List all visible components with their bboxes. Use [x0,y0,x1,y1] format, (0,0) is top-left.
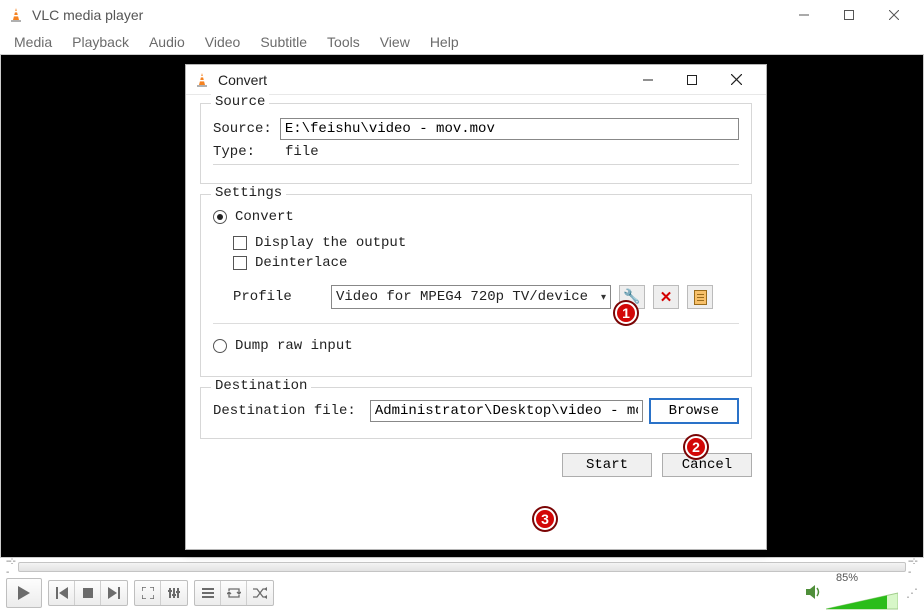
time-left: --:-- [4,556,18,578]
shuffle-button[interactable] [247,581,273,605]
display-output-label: Display the output [255,235,406,251]
display-output-checkbox[interactable] [233,236,247,250]
playlist-button[interactable] [195,581,221,605]
volume-slider[interactable] [826,591,898,611]
type-label: Type: [213,144,277,160]
resize-grip-icon[interactable]: ⋰ [902,586,918,600]
menu-audio[interactable]: Audio [141,32,193,52]
dialog-title: Convert [218,72,267,88]
dest-file-input[interactable] [370,400,643,422]
menu-video[interactable]: Video [197,32,249,52]
dialog-maximize-button[interactable] [670,66,714,94]
menu-media[interactable]: Media [6,32,60,52]
seek-area: --:-- --:-- [0,558,924,576]
playlist-group [194,580,274,606]
seek-bar[interactable] [18,562,906,572]
x-red-icon: ✕ [660,288,673,306]
start-button[interactable]: Start [562,453,652,477]
dest-file-label: Destination file: [213,403,356,419]
dump-raw-label: Dump raw input [235,338,353,354]
menu-help[interactable]: Help [422,32,467,52]
playback-group [48,580,128,606]
view-group [134,580,188,606]
main-close-button[interactable] [871,1,916,29]
annotation-3: 3 [534,508,556,530]
annotation-2: 2 [685,436,707,458]
menu-tools[interactable]: Tools [319,32,368,52]
source-input[interactable] [280,118,739,140]
play-button[interactable] [6,578,42,608]
deinterlace-checkbox[interactable] [233,256,247,270]
loop-button[interactable] [221,581,247,605]
profile-combo[interactable]: Video for MPEG4 720p TV/device [331,285,611,309]
fullscreen-button[interactable] [135,581,161,605]
prev-button[interactable] [49,581,75,605]
vlc-cone-icon [8,7,24,23]
dialog-titlebar: Convert [186,65,766,95]
volume-text: 85% [836,572,858,584]
new-profile-icon [694,290,707,305]
stop-button[interactable] [75,581,101,605]
next-button[interactable] [101,581,127,605]
dialog-cone-icon [194,72,210,88]
profile-label: Profile [233,289,323,305]
cancel-button[interactable]: Cancel [662,453,752,477]
destination-group: Destination Destination file: Browse [200,387,752,439]
menubar: Media Playback Audio Video Subtitle Tool… [0,30,924,54]
source-group: Source Source: Type: file [200,103,752,184]
type-value: file [285,144,319,160]
new-profile-button[interactable] [687,285,713,309]
menu-view[interactable]: View [372,32,418,52]
play-icon [18,586,30,600]
profile-value: Video for MPEG4 720p TV/device [336,289,588,305]
convert-radio[interactable] [213,210,227,224]
convert-radio-label: Convert [235,209,294,225]
dialog-close-button[interactable] [714,66,758,94]
dialog-minimize-button[interactable] [626,66,670,94]
source-label: Source: [213,121,272,137]
speaker-icon[interactable] [806,585,822,602]
settings-group: Settings Convert Display the output Dein… [200,194,752,377]
destination-legend: Destination [211,378,311,394]
main-title: VLC media player [32,7,143,23]
main-titlebar: VLC media player [0,0,924,30]
controls-bar: 85% ⋰ [0,576,924,610]
ext-settings-button[interactable] [161,581,187,605]
dump-raw-radio[interactable] [213,339,227,353]
settings-legend: Settings [211,185,286,201]
delete-profile-button[interactable]: ✕ [653,285,679,309]
source-legend: Source [211,94,269,110]
video-area: Convert Source Source: Type: file [0,54,924,558]
menu-subtitle[interactable]: Subtitle [252,32,315,52]
main-maximize-button[interactable] [826,1,871,29]
main-minimize-button[interactable] [781,1,826,29]
annotation-1: 1 [615,302,637,324]
convert-dialog: Convert Source Source: Type: file [185,64,767,550]
deinterlace-label: Deinterlace [255,255,347,271]
volume-area: 85% ⋰ [806,576,918,611]
browse-button[interactable]: Browse [649,398,739,424]
menu-playback[interactable]: Playback [64,32,137,52]
